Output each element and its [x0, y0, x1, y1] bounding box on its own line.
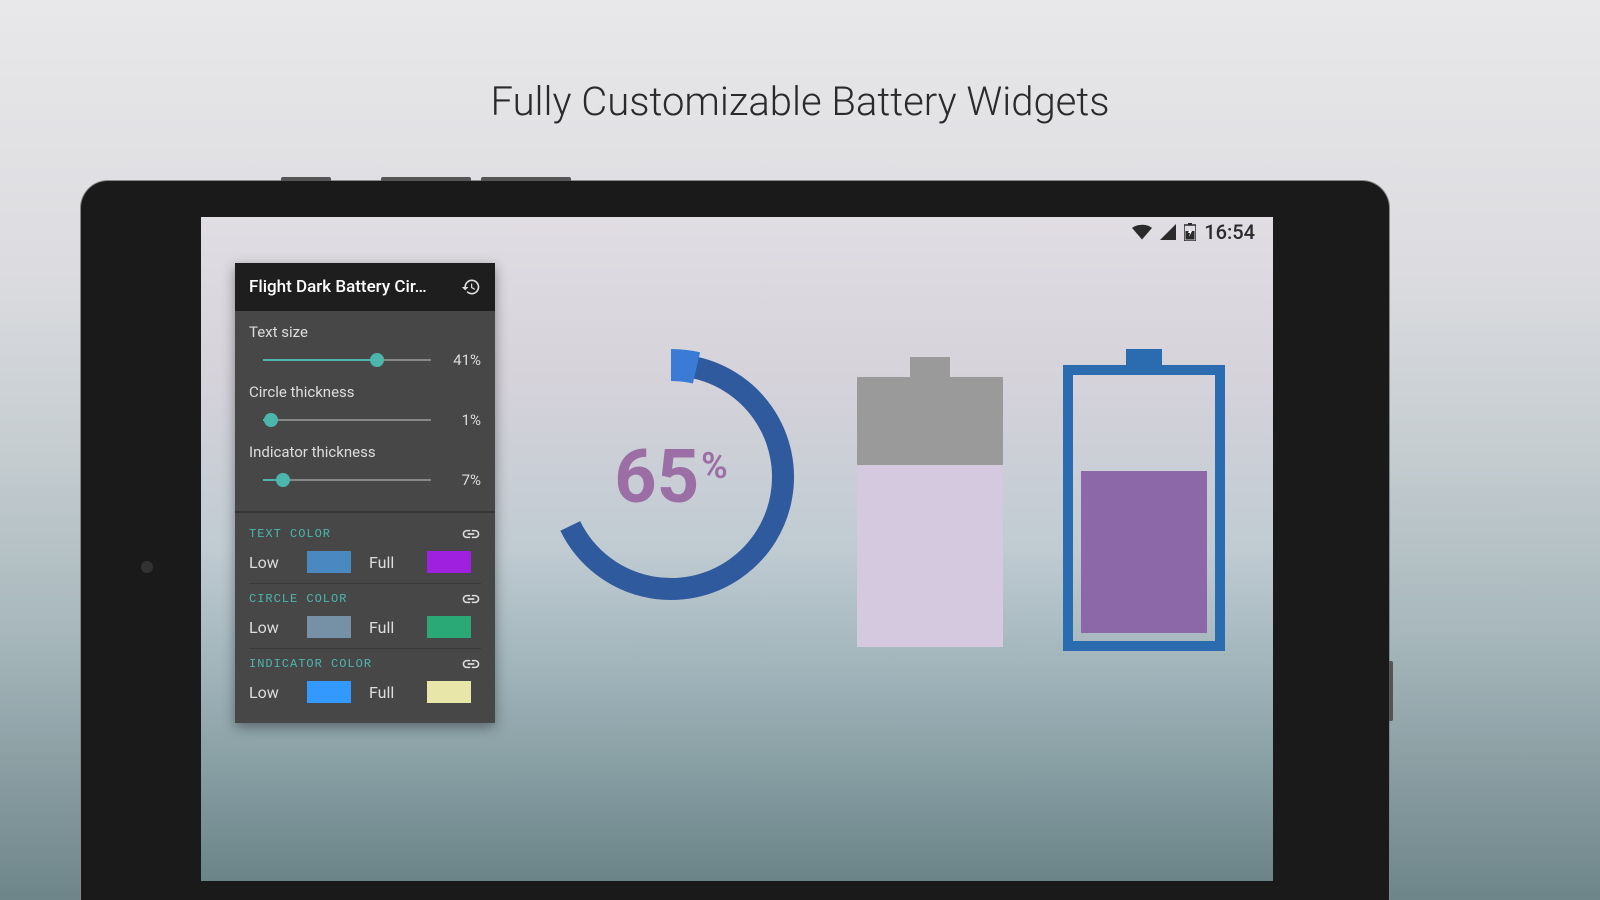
- low-label: Low: [249, 553, 289, 572]
- page-title: Fully Customizable Battery Widgets: [0, 0, 1600, 125]
- circle-color-full-swatch[interactable]: [427, 616, 471, 638]
- tablet-frame: 16:54 Flight Dark Battery Cir… Text size: [80, 180, 1390, 900]
- battery-circle-widget[interactable]: 65%: [541, 347, 801, 607]
- full-label: Full: [369, 553, 409, 572]
- sliders-section: Text size 41% Circle thickness: [235, 311, 495, 513]
- full-label: Full: [369, 683, 409, 702]
- slider-indicator-thickness: Indicator thickness 7%: [249, 443, 481, 489]
- panel-title: Flight Dark Battery Cir…: [249, 277, 427, 297]
- circle-color-block: CIRCLE COLOR Low Full: [249, 584, 481, 649]
- slider-label: Indicator thickness: [249, 443, 481, 461]
- slider-circle-thickness: Circle thickness 1%: [249, 383, 481, 429]
- low-label: Low: [249, 683, 289, 702]
- config-panel: Flight Dark Battery Cir… Text size 41%: [235, 263, 495, 723]
- slider-value: 1%: [443, 411, 481, 429]
- slider-thumb[interactable]: [264, 413, 278, 427]
- slider-label: Text size: [249, 323, 481, 341]
- circle-thickness-slider[interactable]: [263, 419, 431, 421]
- indicator-color-low-swatch[interactable]: [307, 681, 351, 703]
- indicator-color-block: INDICATOR COLOR Low Full: [249, 649, 481, 713]
- text-color-block: TEXT COLOR Low Full: [249, 519, 481, 584]
- text-color-full-swatch[interactable]: [427, 551, 471, 573]
- tablet-screen: 16:54 Flight Dark Battery Cir… Text size: [201, 217, 1273, 881]
- slider-value: 7%: [443, 471, 481, 489]
- colors-section: TEXT COLOR Low Full CIRCLE COLOR: [235, 513, 495, 723]
- circle-color-low-swatch[interactable]: [307, 616, 351, 638]
- battery-cap: [910, 357, 950, 377]
- battery-fill: [1081, 471, 1207, 633]
- link-icon[interactable]: [461, 657, 481, 671]
- battery-widget-outline[interactable]: [1063, 349, 1225, 651]
- status-time: 16:54: [1204, 220, 1255, 244]
- link-icon[interactable]: [461, 592, 481, 606]
- battery-empty-portion: [857, 377, 1003, 465]
- panel-header: Flight Dark Battery Cir…: [235, 263, 495, 311]
- slider-thumb[interactable]: [370, 353, 384, 367]
- battery-status-icon: [1184, 223, 1196, 241]
- slider-label: Circle thickness: [249, 383, 481, 401]
- color-heading: TEXT COLOR: [249, 527, 331, 541]
- tablet-camera: [141, 561, 153, 573]
- wifi-icon: [1132, 224, 1152, 240]
- text-size-slider[interactable]: [263, 359, 431, 361]
- battery-widget-solid[interactable]: [857, 357, 1003, 647]
- slider-thumb[interactable]: [276, 473, 290, 487]
- battery-cap: [1126, 349, 1162, 365]
- battery-body: [857, 377, 1003, 647]
- slider-value: 41%: [443, 351, 481, 369]
- low-label: Low: [249, 618, 289, 637]
- signal-icon: [1160, 224, 1176, 240]
- color-heading: INDICATOR COLOR: [249, 657, 372, 671]
- battery-circle-percent: 65%: [541, 347, 801, 607]
- slider-text-size: Text size 41%: [249, 323, 481, 369]
- full-label: Full: [369, 618, 409, 637]
- color-heading: CIRCLE COLOR: [249, 592, 347, 606]
- text-color-low-swatch[interactable]: [307, 551, 351, 573]
- history-icon[interactable]: [461, 277, 481, 297]
- indicator-color-full-swatch[interactable]: [427, 681, 471, 703]
- battery-body: [1063, 365, 1225, 651]
- link-icon[interactable]: [461, 527, 481, 541]
- status-bar: 16:54: [1114, 217, 1273, 247]
- indicator-thickness-slider[interactable]: [263, 479, 431, 481]
